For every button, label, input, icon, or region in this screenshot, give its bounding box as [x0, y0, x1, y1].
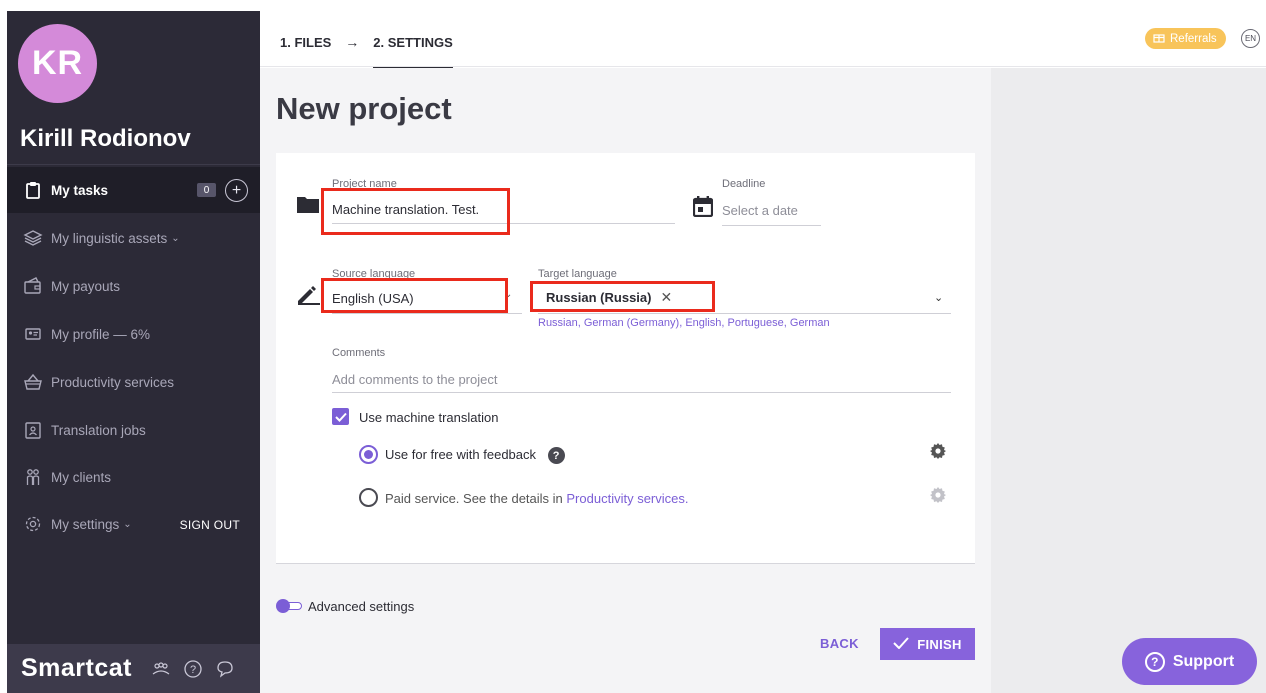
sidebar-item-payouts[interactable]: My payouts	[7, 263, 260, 309]
deadline-label: Deadline	[722, 178, 766, 190]
mt-option-free-label: Use for free with feedback ?	[385, 447, 565, 465]
sidebar: KR Kirill Rodionov My tasks 0 + My lingu…	[7, 11, 260, 693]
highlight-project-name	[321, 188, 510, 235]
basket-icon	[23, 372, 43, 392]
add-task-button[interactable]: +	[225, 179, 248, 202]
target-language-underline	[538, 313, 951, 314]
step-files[interactable]: 1. FILES	[280, 35, 331, 50]
mt-option-free-text: Use for free with feedback	[385, 447, 537, 462]
sidebar-item-linguistic-assets[interactable]: My linguistic assets ⌄	[7, 215, 260, 261]
user-name: Kirill Rodionov	[20, 125, 191, 152]
top-bar: 1. FILES → 2. SETTINGS Referrals EN	[260, 11, 1266, 69]
sidebar-item-productivity-services[interactable]: Productivity services	[7, 359, 260, 405]
wallet-icon	[23, 276, 43, 296]
gear-icon[interactable]	[929, 486, 947, 504]
toggle-knob	[276, 599, 290, 613]
sidebar-divider	[7, 164, 260, 165]
mt-option-free-radio[interactable]	[359, 445, 378, 464]
help-icon[interactable]: ?	[182, 658, 203, 679]
advanced-settings-label[interactable]: Advanced settings	[308, 599, 414, 614]
brand-logo[interactable]: Smartcat	[21, 654, 132, 683]
mt-option-paid-suffix: .	[684, 491, 689, 506]
highlight-target-language	[530, 281, 715, 312]
finish-label: FINISH	[917, 636, 962, 652]
right-panel	[991, 68, 1266, 693]
layers-icon	[23, 228, 43, 248]
referrals-label: Referrals	[1170, 32, 1217, 45]
badge-icon	[23, 420, 43, 440]
calendar-icon	[692, 195, 714, 222]
advanced-settings-toggle[interactable]	[276, 599, 302, 613]
sidebar-item-label: Productivity services	[51, 374, 175, 390]
sign-out-button[interactable]: SIGN OUT	[180, 518, 240, 532]
people-icon	[23, 467, 43, 487]
sidebar-item-translation-jobs[interactable]: Translation jobs	[7, 407, 260, 453]
comments-label: Comments	[332, 347, 386, 359]
finish-button[interactable]: FINISH	[880, 628, 975, 660]
question-icon: ?	[1144, 651, 1165, 672]
source-language-underline	[332, 313, 522, 314]
gift-icon	[1153, 31, 1165, 46]
sidebar-item-label: My payouts	[51, 278, 121, 294]
mt-option-paid-label: Paid service. See the details in Product…	[385, 491, 689, 506]
main-content: New project Project name Machine transla…	[260, 68, 991, 693]
chat-icon[interactable]	[214, 658, 235, 679]
sidebar-item-label: My profile — 6%	[51, 326, 151, 342]
mt-option-paid-text: Paid service. See the details in	[385, 491, 567, 506]
clipboard-icon	[23, 180, 43, 200]
chevron-down-icon[interactable]: ⌄	[934, 291, 943, 304]
svg-text:?: ?	[189, 664, 195, 676]
target-language-label: Target language	[538, 268, 617, 280]
deadline-underline	[722, 225, 821, 226]
tasks-count-badge: 0	[197, 183, 216, 197]
sidebar-footer: Smartcat ?	[7, 644, 260, 693]
productivity-services-link[interactable]: Productivity services	[566, 491, 684, 506]
sidebar-item-label: My linguistic assets	[51, 230, 168, 246]
avatar[interactable]: KR	[18, 24, 97, 103]
comments-underline	[332, 392, 951, 393]
comments-input[interactable]: Add comments to the project	[332, 372, 497, 387]
sidebar-item-label: My clients	[51, 469, 112, 485]
folder-icon	[296, 194, 320, 219]
arrow-right-icon: →	[345, 34, 360, 50]
id-card-icon	[23, 324, 43, 344]
target-language-suggestions[interactable]: Russian, German (Germany), English, Port…	[538, 317, 830, 329]
page-title: New project	[276, 91, 452, 126]
back-button[interactable]: BACK	[820, 636, 859, 651]
sidebar-item-label: My settings	[51, 516, 120, 532]
chevron-down-icon: ⌄	[171, 232, 180, 244]
sidebar-item-label: My tasks	[51, 182, 109, 198]
chevron-down-icon: ⌄	[123, 518, 132, 530]
support-label: Support	[1172, 652, 1235, 670]
referrals-button[interactable]: Referrals	[1145, 28, 1226, 49]
gear-icon	[23, 514, 43, 534]
deadline-input[interactable]: Select a date	[722, 203, 798, 218]
help-icon[interactable]: ?	[547, 447, 565, 465]
sidebar-item-settings[interactable]: My settings ⌄ SIGN OUT	[7, 501, 260, 547]
language-switcher[interactable]: EN	[1241, 29, 1260, 48]
highlight-source-language	[321, 278, 508, 313]
machine-translation-checkbox[interactable]	[332, 408, 349, 425]
sidebar-item-my-tasks[interactable]: My tasks 0 +	[7, 167, 260, 213]
machine-translation-label: Use machine translation	[359, 410, 499, 425]
wizard-steps: 1. FILES → 2. SETTINGS	[280, 34, 454, 69]
sidebar-item-label: Translation jobs	[51, 422, 146, 438]
sidebar-item-profile[interactable]: My profile — 6%	[7, 311, 260, 357]
step-settings[interactable]: 2. SETTINGS	[373, 35, 454, 69]
mt-option-paid-radio[interactable]	[359, 488, 378, 507]
team-icon[interactable]	[150, 658, 171, 679]
check-icon	[893, 636, 910, 652]
gear-icon[interactable]	[929, 442, 947, 460]
pencil-icon	[296, 285, 320, 310]
sidebar-item-clients[interactable]: My clients	[7, 454, 260, 500]
support-button[interactable]: ? Support	[1122, 638, 1257, 685]
project-settings-card: Project name Machine translation. Test. …	[276, 153, 975, 564]
